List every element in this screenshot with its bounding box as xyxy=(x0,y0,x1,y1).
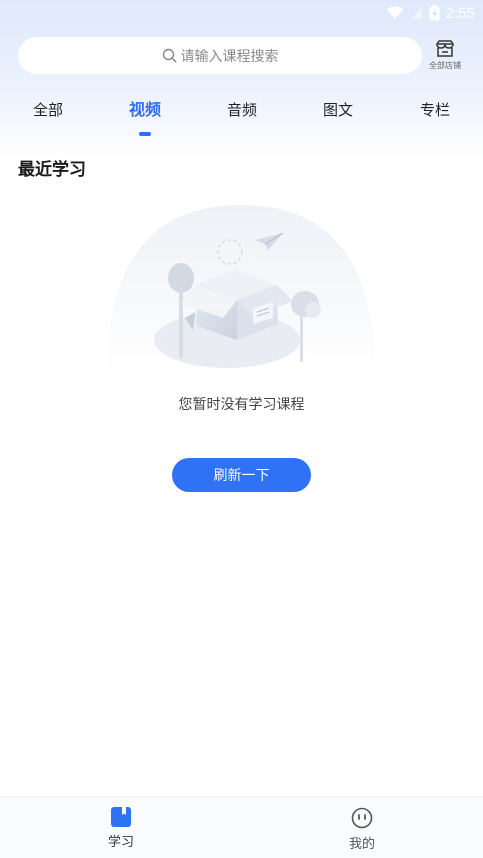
wifi-icon xyxy=(386,6,404,19)
empty-box-illustration xyxy=(107,205,375,375)
book-icon xyxy=(111,807,131,827)
store-icon xyxy=(436,40,454,57)
profile-icon xyxy=(351,807,373,829)
empty-message: 您暂时没有学习课程 xyxy=(178,397,305,413)
search-input[interactable]: 请输入课程搜索 xyxy=(18,37,422,74)
section-title: 最近学习 xyxy=(18,160,86,180)
tab-audio[interactable]: 音频 xyxy=(202,92,282,132)
store-button[interactable]: 全部店铺 xyxy=(426,40,464,74)
refresh-button[interactable]: 刷新一下 xyxy=(172,458,311,492)
search-icon xyxy=(162,48,177,63)
store-label: 全部店铺 xyxy=(429,61,461,70)
tab-all[interactable]: 全部 xyxy=(8,92,88,132)
tab-article[interactable]: 图文 xyxy=(298,92,378,132)
status-icons: 2:55 xyxy=(386,3,475,23)
status-time: 2:55 xyxy=(445,4,475,22)
nav-label-mine: 我的 xyxy=(348,837,375,852)
nav-item-study[interactable]: 学习 xyxy=(61,797,181,858)
tab-active-indicator xyxy=(139,132,151,136)
tab-column[interactable]: 专栏 xyxy=(395,92,475,132)
battery-icon xyxy=(429,5,440,21)
bottom-nav: 学习 我的 xyxy=(0,796,483,858)
category-tabs: 全部 视频 音频 图文 专栏 xyxy=(0,92,483,136)
nav-label-study: 学习 xyxy=(107,835,134,850)
status-bar: 2:55 xyxy=(0,0,483,26)
tab-video[interactable]: 视频 xyxy=(105,92,185,136)
tab-video-label: 视频 xyxy=(128,100,161,119)
nav-item-mine[interactable]: 我的 xyxy=(302,797,422,858)
search-placeholder: 请输入课程搜索 xyxy=(180,48,279,65)
signal-icon xyxy=(410,7,422,19)
